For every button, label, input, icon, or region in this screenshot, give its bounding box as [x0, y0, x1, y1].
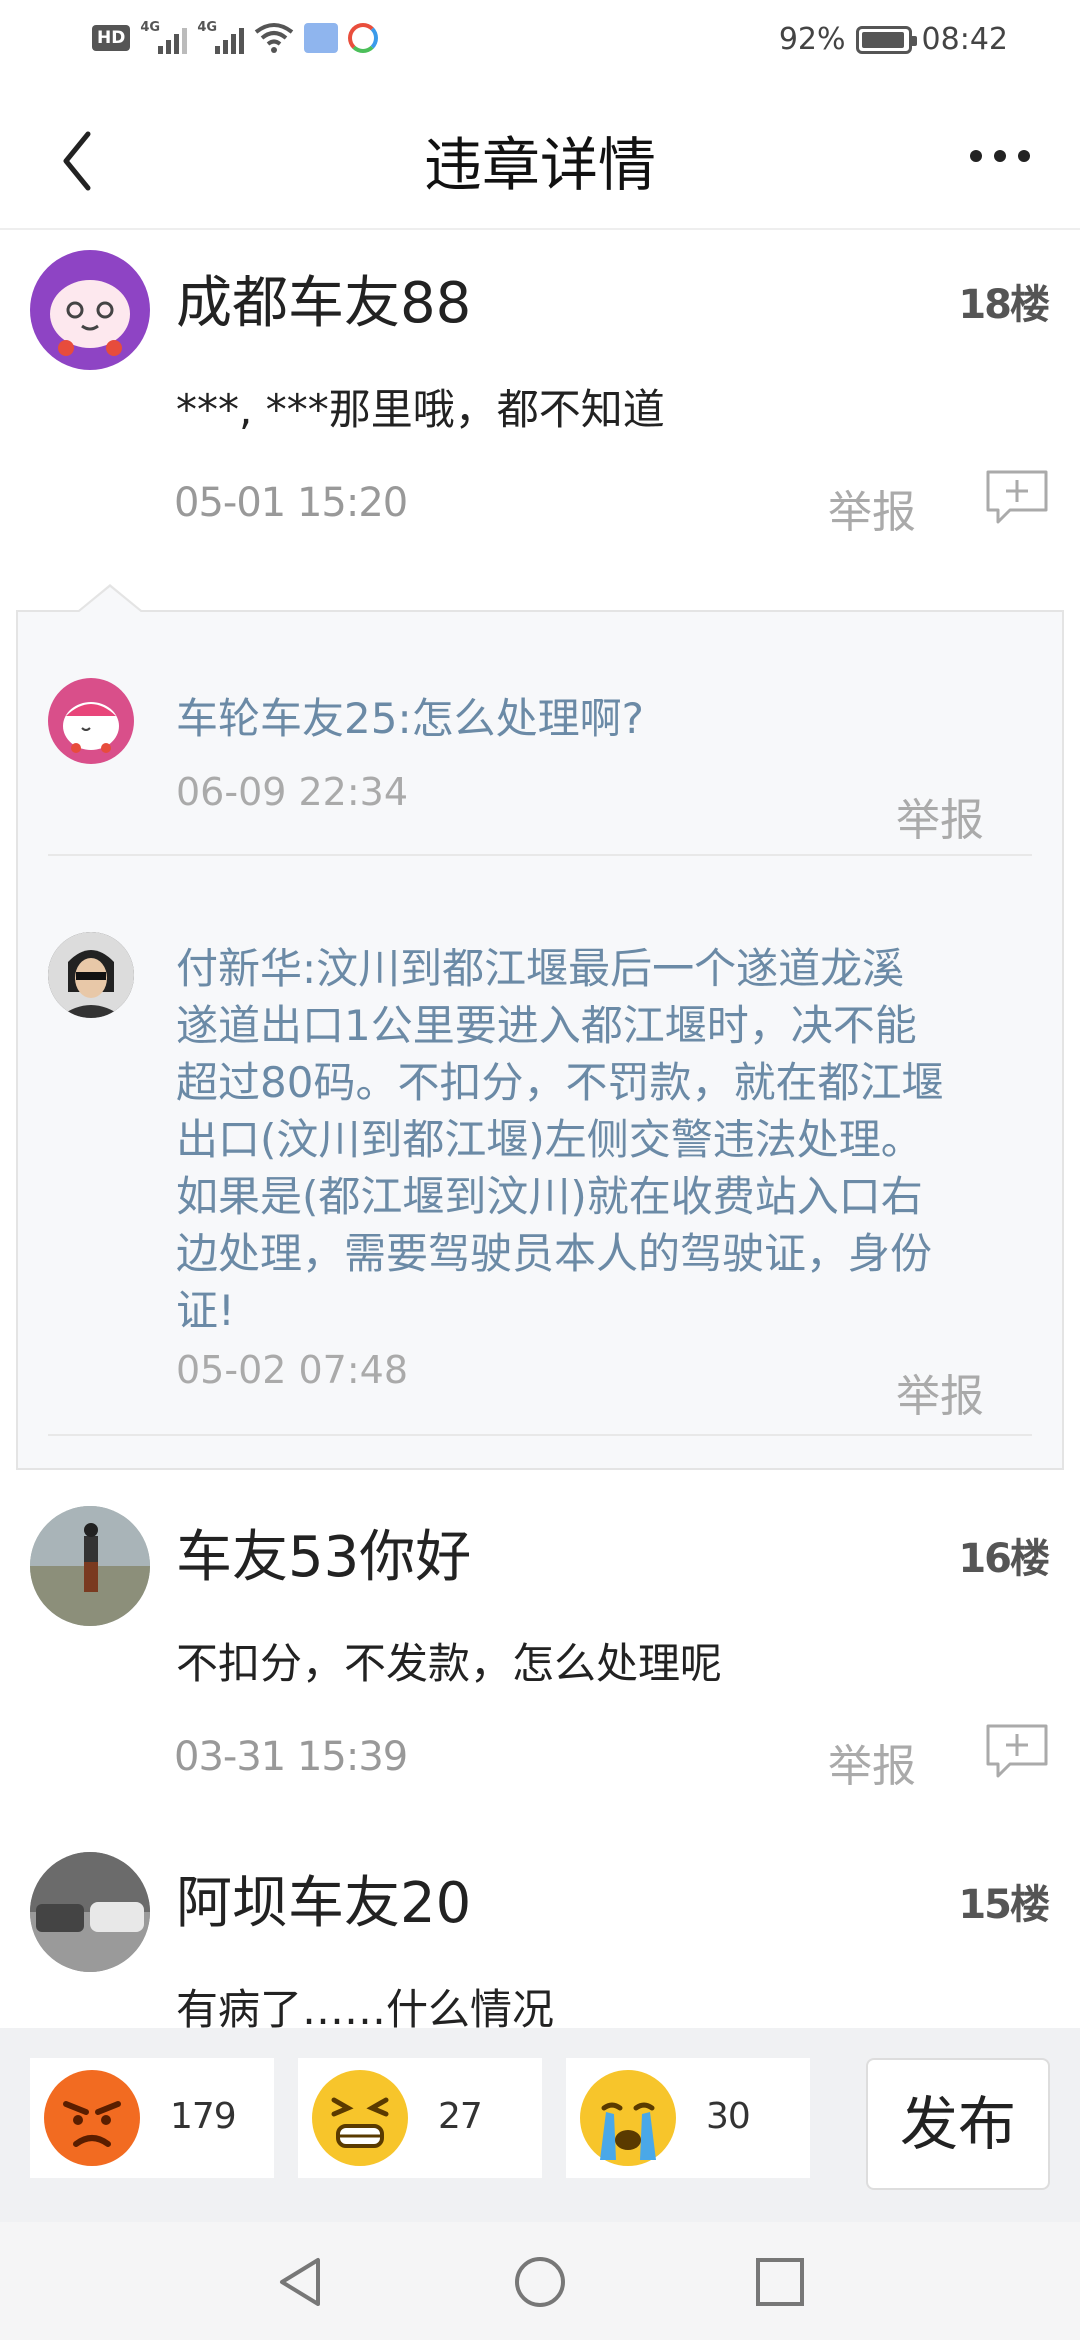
reply-time: 06-09 22:34	[176, 770, 409, 814]
system-nav-bar	[0, 2222, 1080, 2340]
battery-percent: 92%	[778, 22, 846, 57]
divider	[48, 854, 1032, 856]
header: 违章详情	[0, 86, 1080, 230]
comment-add-icon[interactable]	[984, 1722, 1050, 1782]
reply-time: 05-02 07:48	[176, 1348, 409, 1392]
reply-panel: 车轮车友25:怎么处理啊? 06-09 22:34 举报 付新华:汶川到都江堰最…	[16, 584, 1064, 1470]
clock: 08:42	[921, 22, 1008, 57]
nav-home-icon[interactable]	[512, 2254, 568, 2310]
avatar[interactable]	[30, 1506, 150, 1626]
comment-add-icon[interactable]	[984, 468, 1050, 528]
reply-pointer	[76, 584, 144, 613]
username: 阿坝车友20	[176, 1871, 472, 1936]
hd-badge: HD	[92, 25, 131, 51]
post-time: 03-31 15:39	[174, 1734, 408, 1780]
floor-number: 18楼	[958, 282, 1050, 328]
grimace-face-icon	[312, 2070, 408, 2166]
photo-avatar-icon	[30, 1852, 150, 1972]
battery-icon	[855, 25, 917, 54]
reply-text-line: 遂道出口1公里要进入都江堰时，决不能	[176, 1001, 917, 1050]
wifi-icon	[255, 23, 294, 53]
reply-text: 付新华:汶川到都江堰最后一个遂道龙溪 遂道出口1公里要进入都江堰时，决不能 超过…	[176, 940, 943, 1339]
nav-back-icon[interactable]	[274, 2254, 330, 2310]
post-content: 不扣分，不发款，怎么处理呢	[176, 1639, 723, 1688]
cartoon-avatar-icon	[50, 280, 130, 356]
report-button[interactable]: 举报	[896, 784, 984, 848]
floor-number: 15楼	[958, 1882, 1050, 1928]
reaction-count: 179	[170, 2096, 237, 2137]
cartoon-avatar-icon	[63, 702, 119, 753]
avatar[interactable]	[30, 250, 150, 370]
reaction-count: 27	[438, 2096, 483, 2137]
page-title: 违章详情	[423, 131, 656, 199]
reply-text: 车轮车友25:怎么处理啊?	[176, 694, 644, 743]
report-button[interactable]: 举报	[828, 476, 916, 540]
post-content: ***, ***那里哦，都不知道	[176, 385, 665, 434]
more-options-icon[interactable]	[970, 146, 1030, 166]
reaction-crying[interactable]: 30	[566, 2058, 810, 2178]
avatar[interactable]	[30, 1852, 150, 1972]
photo-avatar-icon	[48, 932, 134, 1018]
reaction-count: 30	[706, 2096, 751, 2137]
report-button[interactable]: 举报	[828, 1730, 916, 1794]
avatar[interactable]	[48, 932, 134, 1018]
signal-icon: 4G	[197, 20, 245, 54]
network-type-label: 4G	[197, 20, 218, 35]
signal-icon: 4G	[140, 20, 188, 54]
reply-text-line: 如果是(都江堰到汶川)就在收费站入口右	[176, 1172, 923, 1221]
publish-button[interactable]: 发布	[866, 2058, 1050, 2190]
reply-text-line: 付新华:汶川到都江堰最后一个遂道龙溪	[176, 944, 905, 993]
status-right: 92% 08:42	[779, 22, 1008, 57]
reply-text-line: 超过80码。不扣分，不罚款，就在都江堰	[176, 1058, 944, 1107]
floor-number: 16楼	[958, 1536, 1050, 1582]
reaction-grimace[interactable]: 27	[298, 2058, 542, 2178]
reaction-bar: 179 27 30 发布	[0, 2028, 1080, 2222]
username: 成都车友88	[176, 271, 472, 336]
app-notification-icon	[304, 23, 339, 53]
reply-text-line: 出口(汶川到都江堰)左侧交警违法处理。	[176, 1115, 923, 1164]
app-notification-icon	[348, 23, 379, 53]
reply-text-line: 证!	[176, 1286, 235, 1335]
status-bar: HD 4G 4G 92% 08:42	[0, 0, 1080, 86]
reaction-angry[interactable]: 179	[30, 2058, 274, 2178]
photo-avatar-icon	[30, 1506, 150, 1626]
divider	[48, 1434, 1032, 1436]
username: 车友53你好	[176, 1525, 472, 1590]
reply-text-line: 边处理，需要驾驶员本人的驾驶证，身份	[176, 1229, 933, 1278]
angry-face-icon	[44, 2070, 140, 2166]
report-button[interactable]: 举报	[896, 1360, 984, 1424]
avatar[interactable]	[48, 678, 134, 764]
network-type-label: 4G	[140, 20, 161, 35]
crying-face-icon	[580, 2070, 676, 2166]
nav-recents-icon[interactable]	[752, 2254, 808, 2310]
status-left: HD 4G 4G	[92, 20, 379, 54]
post-time: 05-01 15:20	[174, 480, 408, 526]
